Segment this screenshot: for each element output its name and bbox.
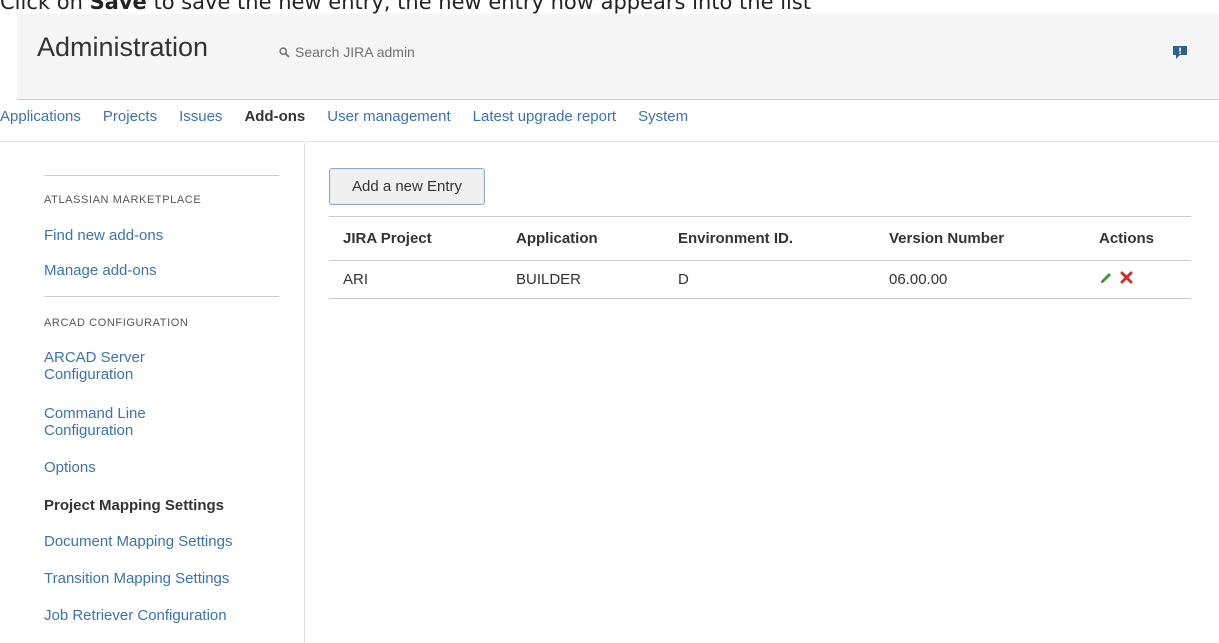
sidebar-item-command-line-configuration[interactable]: Command Line Configuration xyxy=(44,405,194,439)
column-header-jira-project: JIRA Project xyxy=(329,216,502,261)
sidebar-heading-arcad: ARCAD CONFIGURATION xyxy=(44,317,189,329)
sidebar-item-document-mapping-settings[interactable]: Document Mapping Settings xyxy=(44,533,232,550)
cell-jira-project: ARI xyxy=(329,260,502,299)
sidebar-divider xyxy=(304,143,305,643)
search-icon xyxy=(279,46,290,58)
column-header-environment-id: Environment ID. xyxy=(664,216,875,261)
caption-text-end: to save the new entry, the new entry now… xyxy=(146,0,812,14)
table-header-row: JIRA Project Application Environment ID.… xyxy=(329,216,1191,261)
admin-tabs: Applications Projects Issues Add-ons Use… xyxy=(0,108,710,128)
row-actions xyxy=(1099,271,1133,289)
delete-x-icon[interactable] xyxy=(1120,271,1133,288)
sidebar-item-transition-mapping-settings[interactable]: Transition Mapping Settings xyxy=(44,570,229,587)
cell-application: BUILDER xyxy=(502,260,664,299)
feedback-icon[interactable] xyxy=(1172,44,1188,60)
edit-pencil-icon[interactable] xyxy=(1099,271,1113,289)
table-row: ARI BUILDER D 06.00.00 xyxy=(329,260,1191,299)
tab-system[interactable]: System xyxy=(638,108,688,128)
sidebar-separator xyxy=(44,296,279,297)
cell-actions xyxy=(1085,260,1191,299)
column-header-version-number: Version Number xyxy=(875,216,1085,261)
cell-environment-id: D xyxy=(664,260,875,299)
sidebar-item-find-new-add-ons[interactable]: Find new add-ons xyxy=(44,227,163,244)
caption-bold-save: Save xyxy=(89,0,147,14)
sidebar-heading-marketplace: ATLASSIAN MARKETPLACE xyxy=(44,194,202,206)
tab-applications[interactable]: Applications xyxy=(0,108,81,128)
tab-projects[interactable]: Projects xyxy=(103,108,157,128)
tab-user-management[interactable]: User management xyxy=(327,108,450,128)
column-header-application: Application xyxy=(502,216,664,261)
admin-header: Administration Search JIRA admin xyxy=(17,14,1219,100)
tab-latest-upgrade-report[interactable]: Latest upgrade report xyxy=(473,108,616,128)
add-new-entry-button[interactable]: Add a new Entry xyxy=(329,168,485,205)
search-input[interactable]: Search JIRA admin xyxy=(295,44,415,60)
tab-issues[interactable]: Issues xyxy=(179,108,222,128)
tab-add-ons[interactable]: Add-ons xyxy=(244,108,305,128)
mapping-table: JIRA Project Application Environment ID.… xyxy=(329,216,1191,299)
sidebar-separator xyxy=(44,175,279,176)
tabs-divider xyxy=(0,141,1219,142)
admin-search[interactable]: Search JIRA admin xyxy=(279,44,415,60)
column-header-actions: Actions xyxy=(1085,216,1191,261)
sidebar-item-manage-add-ons[interactable]: Manage add-ons xyxy=(44,262,157,279)
caption-text-start: Click on xyxy=(0,0,90,14)
sidebar-item-job-retriever-configuration[interactable]: Job Retriever Configuration xyxy=(44,607,227,624)
page-title: Administration xyxy=(37,32,209,62)
sidebar-item-project-mapping-settings[interactable]: Project Mapping Settings xyxy=(44,497,224,514)
sidebar-item-arcad-server-configuration[interactable]: ARCAD Server Configuration xyxy=(44,349,194,383)
instruction-caption: Click on Save to save the new entry, the… xyxy=(0,0,811,14)
sidebar-item-options[interactable]: Options xyxy=(44,459,96,476)
cell-version-number: 06.00.00 xyxy=(875,260,1085,299)
